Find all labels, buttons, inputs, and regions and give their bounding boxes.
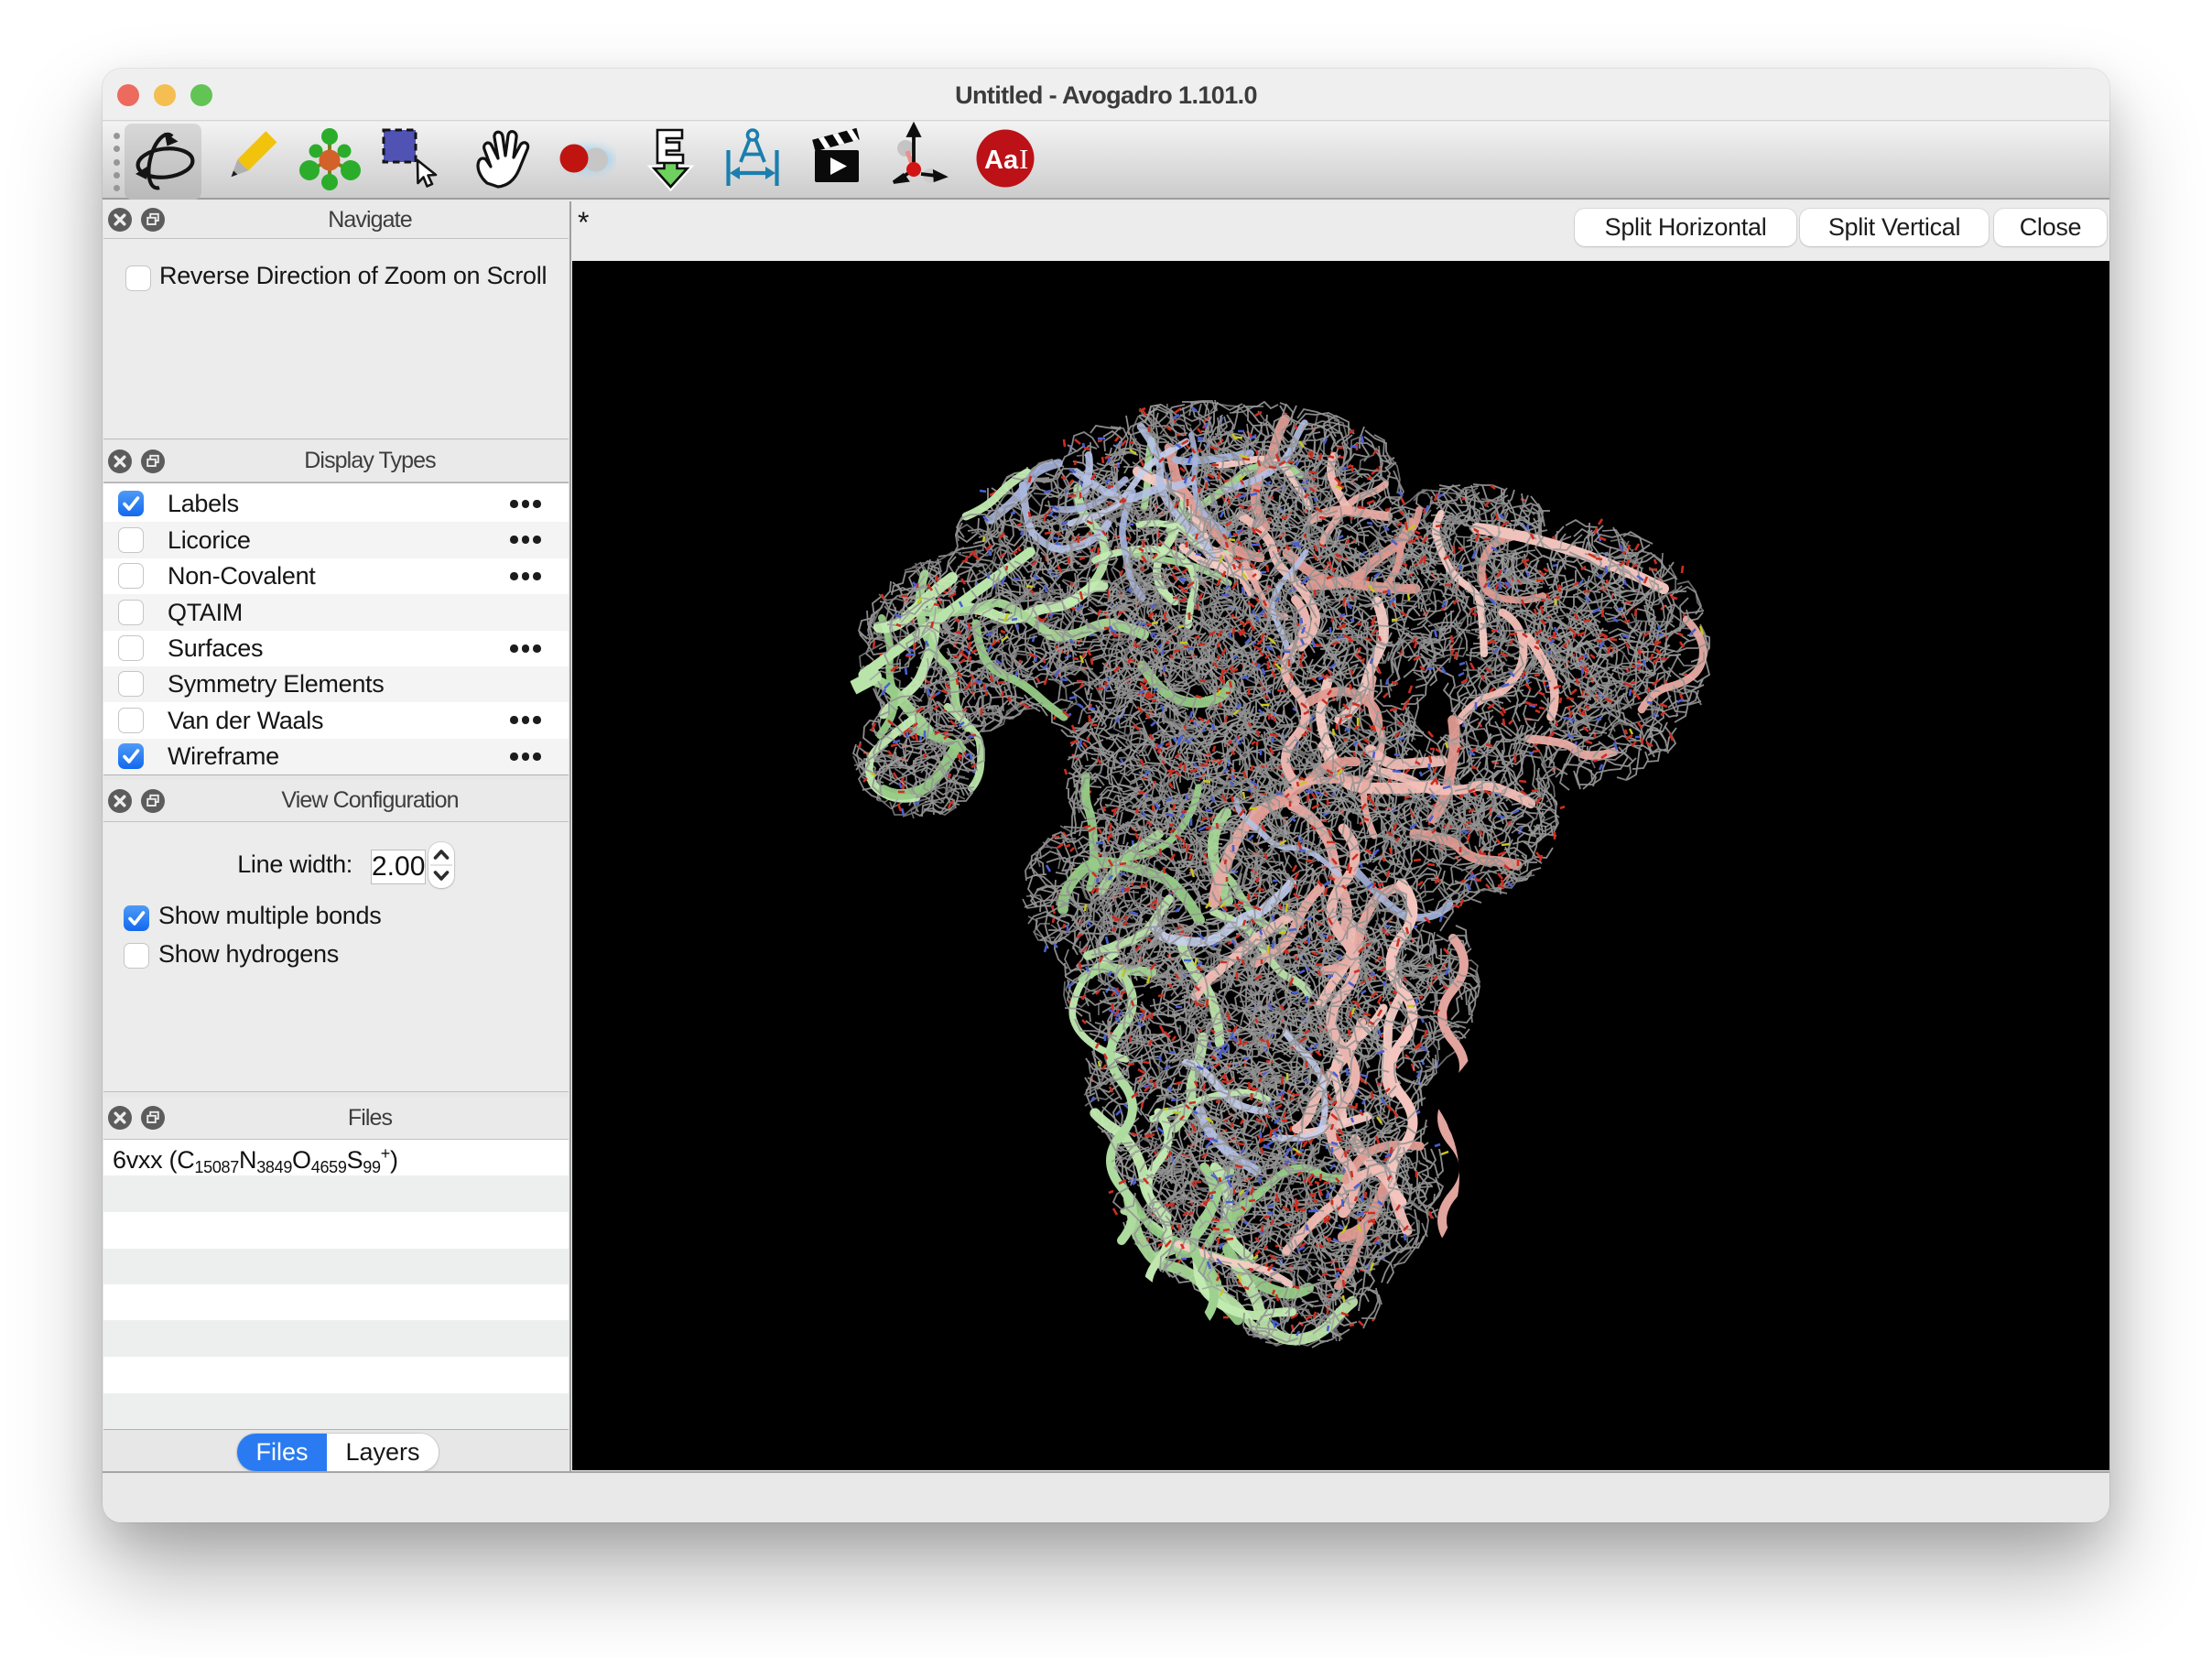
svg-text:Aa: Aa [984,146,1019,175]
svg-text:I: I [1019,143,1028,175]
